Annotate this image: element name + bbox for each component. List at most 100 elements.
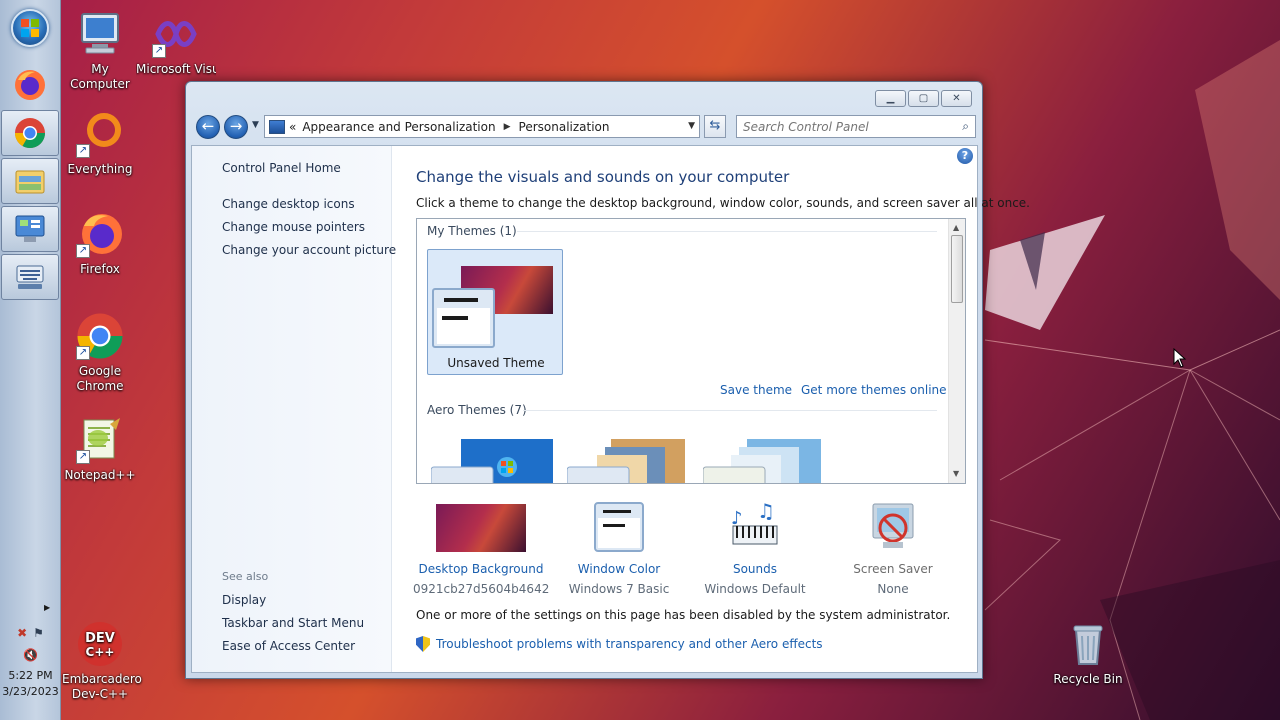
maximize-button[interactable]: ▢ [908, 90, 939, 107]
search-icon[interactable]: ⌕ [962, 119, 969, 134]
personalization-window: ▁ ▢ ✕ ← → ▼ « Appearance and Personaliza… [185, 81, 1030, 679]
desktop-icon-notepadpp[interactable]: ↗ Notepad++ [60, 416, 140, 483]
window-color-setting[interactable]: Window Color Windows 7 Basic [551, 502, 687, 596]
desktop-background-setting[interactable]: Desktop Background 0921cb27d5604b464218.… [413, 502, 549, 596]
chrome-icon [14, 118, 46, 149]
screen-saver-link: Screen Saver [853, 562, 933, 576]
window-controls: ▁ ▢ ✕ [875, 90, 972, 107]
theme-windows7[interactable] [430, 437, 553, 483]
sounds-setting[interactable]: ♪ ♫ Sounds Windows Default [687, 499, 823, 596]
minimize-button[interactable]: ▁ [875, 90, 906, 107]
save-theme-link[interactable]: Save theme [720, 383, 792, 397]
back-button[interactable]: ← [196, 115, 220, 139]
theme-unsaved[interactable]: Unsaved Theme [427, 249, 563, 375]
scroll-up-icon[interactable]: ▲ [953, 223, 959, 232]
refresh-icon: ⇆ [709, 118, 721, 133]
devcpp-icon: DEV C++ [76, 620, 124, 668]
recycle-bin-icon [1064, 620, 1112, 668]
left-pane: Control Panel Home Change desktop icons … [192, 146, 396, 672]
shortcut-arrow-icon: ↗ [76, 450, 90, 464]
theme-characters[interactable] [702, 437, 825, 483]
see-also-heading: See also [222, 570, 269, 583]
taskbar-keyboard[interactable] [1, 254, 59, 300]
close-button[interactable]: ✕ [941, 90, 972, 107]
taskbar-explorer[interactable] [1, 158, 59, 204]
page-title: Change the visuals and sounds on your co… [416, 168, 790, 186]
troubleshoot-row: Troubleshoot problems with transparency … [416, 636, 823, 652]
desktop-icon-chrome[interactable]: ↗ Google Chrome [60, 312, 140, 394]
breadcrumb-personalization[interactable]: Personalization [519, 120, 610, 134]
get-more-themes-link[interactable]: Get more themes online [801, 383, 947, 397]
change-mouse-pointers-link[interactable]: Change mouse pointers [222, 220, 365, 234]
taskbar-control-panel[interactable] [1, 206, 59, 252]
desktop-icon-firefox[interactable]: ↗ Firefox [60, 210, 140, 277]
theme-thumbnail-window [432, 288, 495, 348]
display-link[interactable]: Display [222, 593, 266, 607]
breadcrumb-separator-icon[interactable]: ▶ [504, 122, 511, 132]
troubleshoot-link[interactable]: Troubleshoot problems with transparency … [436, 637, 823, 651]
action-center-icon[interactable]: ⚑ [33, 626, 44, 640]
shortcut-arrow-icon: ↗ [76, 144, 90, 158]
forward-button[interactable]: → [224, 115, 248, 139]
sounds-link[interactable]: Sounds [687, 562, 823, 576]
desktop-icon-label: Microsoft Visual Stud... [136, 62, 216, 76]
help-icon[interactable]: ? [957, 148, 973, 164]
aero-themes-header: Aero Themes (7) [427, 403, 527, 417]
svg-text:DEV: DEV [85, 631, 115, 646]
group-divider [517, 231, 937, 232]
refresh-button[interactable]: ⇆ [704, 115, 726, 138]
desktop-background-value: 0921cb27d5604b464218... [413, 582, 549, 596]
search-box: ⌕ [736, 115, 976, 138]
scroll-down-icon[interactable]: ▼ [953, 469, 959, 478]
desktop-icon-recycle-bin[interactable]: Recycle Bin [1048, 620, 1128, 687]
start-button[interactable] [1, 5, 59, 51]
sounds-icon: ♪ ♫ [709, 499, 801, 552]
forward-arrow-icon: → [229, 117, 243, 135]
desktop-icon-label: Notepad++ [64, 468, 136, 482]
my-themes-header: My Themes (1) [427, 224, 517, 238]
clock-date: 3/23/2023 [2, 685, 59, 698]
search-input[interactable] [737, 116, 947, 137]
mouse-cursor-icon [1173, 347, 1187, 371]
desktop-background-link[interactable]: Desktop Background [413, 562, 549, 576]
window-color-link[interactable]: Window Color [551, 562, 687, 576]
theme-architecture[interactable] [566, 437, 689, 483]
scroll-thumb[interactable] [951, 235, 963, 303]
desktop-icon-my-computer[interactable]: My Computer [60, 10, 140, 92]
taskbar-firefox[interactable] [1, 62, 59, 108]
svg-text:♫: ♫ [757, 502, 775, 523]
desktop-icon-everything[interactable]: ↗ Everything [60, 110, 140, 177]
volume-muted-icon[interactable]: 🔇 [23, 648, 38, 662]
network-disabled-icon[interactable]: ✖ [17, 626, 27, 640]
screen-saver-icon [847, 502, 939, 552]
breadcrumb-appearance[interactable]: Appearance and Personalization [302, 120, 495, 134]
taskbar: ▶ ✖ ⚑ 🔇 5:22 PM 3/23/2023 [0, 0, 61, 720]
address-dropdown-icon[interactable]: ▼ [688, 121, 695, 131]
ease-of-access-link[interactable]: Ease of Access Center [222, 639, 355, 653]
recent-pages-dropdown[interactable]: ▼ [252, 120, 259, 130]
system-tray: ✖ ⚑ 🔇 5:22 PM 3/23/2023 [0, 598, 61, 700]
taskbar-start-menu-link[interactable]: Taskbar and Start Menu [222, 616, 364, 630]
desktop-icon-visual-studio[interactable]: ↗ Microsoft Visual Stud... [136, 10, 216, 77]
shortcut-arrow-icon: ↗ [152, 44, 166, 58]
control-panel-home-link[interactable]: Control Panel Home [222, 161, 341, 175]
breadcrumb-overflow[interactable]: « [289, 120, 296, 134]
navigation-bar: ← → ▼ « Appearance and Personalization ▶… [194, 114, 976, 140]
address-bar[interactable]: « Appearance and Personalization ▶ Perso… [264, 115, 700, 138]
taskbar-chrome[interactable] [1, 110, 59, 156]
desktop-icon-devcpp[interactable]: DEV C++ Embarcadero Dev-C++ [60, 620, 142, 702]
visual-studio-icon: ↗ [152, 10, 200, 58]
theme-list: My Themes (1) Unsaved Theme Save theme G… [416, 218, 966, 484]
theme-unsaved-label: Unsaved Theme [447, 356, 545, 370]
computer-icon [76, 10, 124, 58]
firefox-icon [15, 70, 45, 100]
clock[interactable]: 5:22 PM 3/23/2023 [0, 668, 61, 700]
theme-list-scrollbar[interactable]: ▲ ▼ [948, 219, 965, 483]
start-orb-icon [11, 9, 49, 47]
window-color-icon [573, 502, 665, 552]
change-account-picture-link[interactable]: Change your account picture [222, 243, 396, 257]
notepadpp-icon: ↗ [76, 416, 124, 464]
change-desktop-icons-link[interactable]: Change desktop icons [222, 197, 355, 211]
content-area: Control Panel Home Change desktop icons … [191, 145, 1030, 673]
keyboard-icon [16, 265, 44, 289]
